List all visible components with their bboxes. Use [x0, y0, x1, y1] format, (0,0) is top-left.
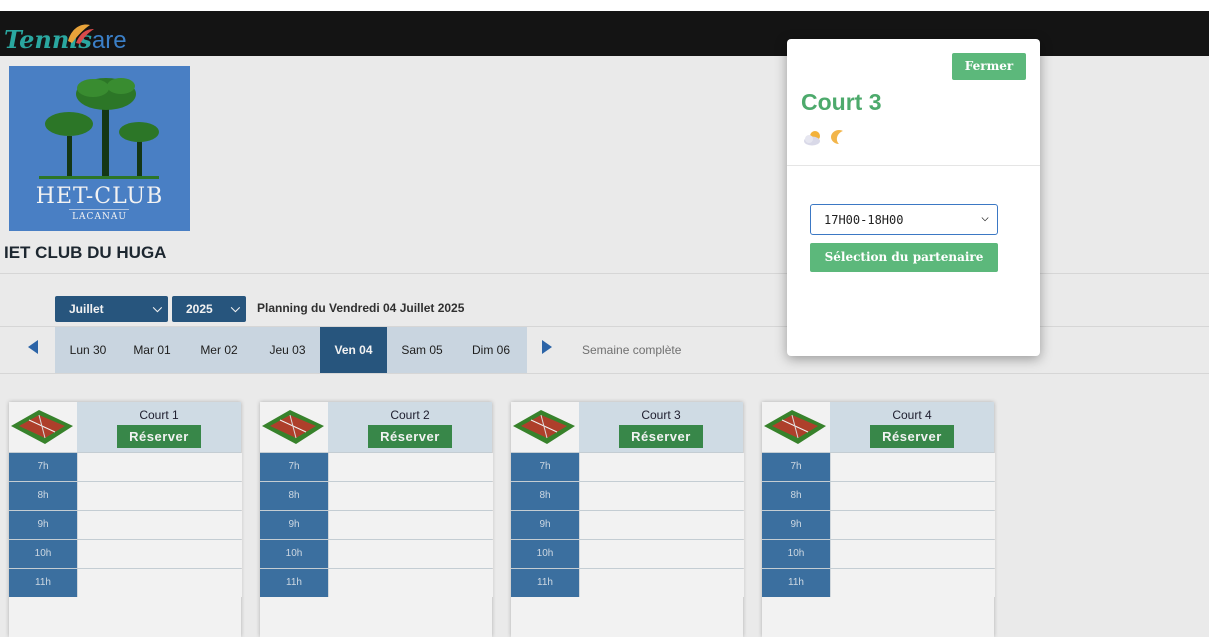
time-slot-select[interactable]: 17H00-18H00 ⌵ [810, 204, 998, 235]
court-booking-modal: Fermer Court 3 17H00-18H00 ⌵ Sélection d… [787, 39, 1040, 356]
close-button[interactable]: Fermer [952, 53, 1026, 80]
page-top-strip [0, 0, 1209, 11]
moon-icon [831, 130, 844, 144]
weather-icons [803, 129, 849, 147]
time-slot-value: 17H00-18H00 [824, 213, 904, 227]
modal-title: Court 3 [801, 89, 882, 115]
brand-leaf-icon [68, 24, 94, 44]
select-partner-button[interactable]: Sélection du partenaire [810, 243, 998, 272]
cloud-sun-icon [804, 131, 820, 146]
chevron-down-icon: ⌵ [981, 210, 989, 225]
brand-text-2: are [91, 27, 127, 54]
modal-divider [787, 165, 1040, 166]
